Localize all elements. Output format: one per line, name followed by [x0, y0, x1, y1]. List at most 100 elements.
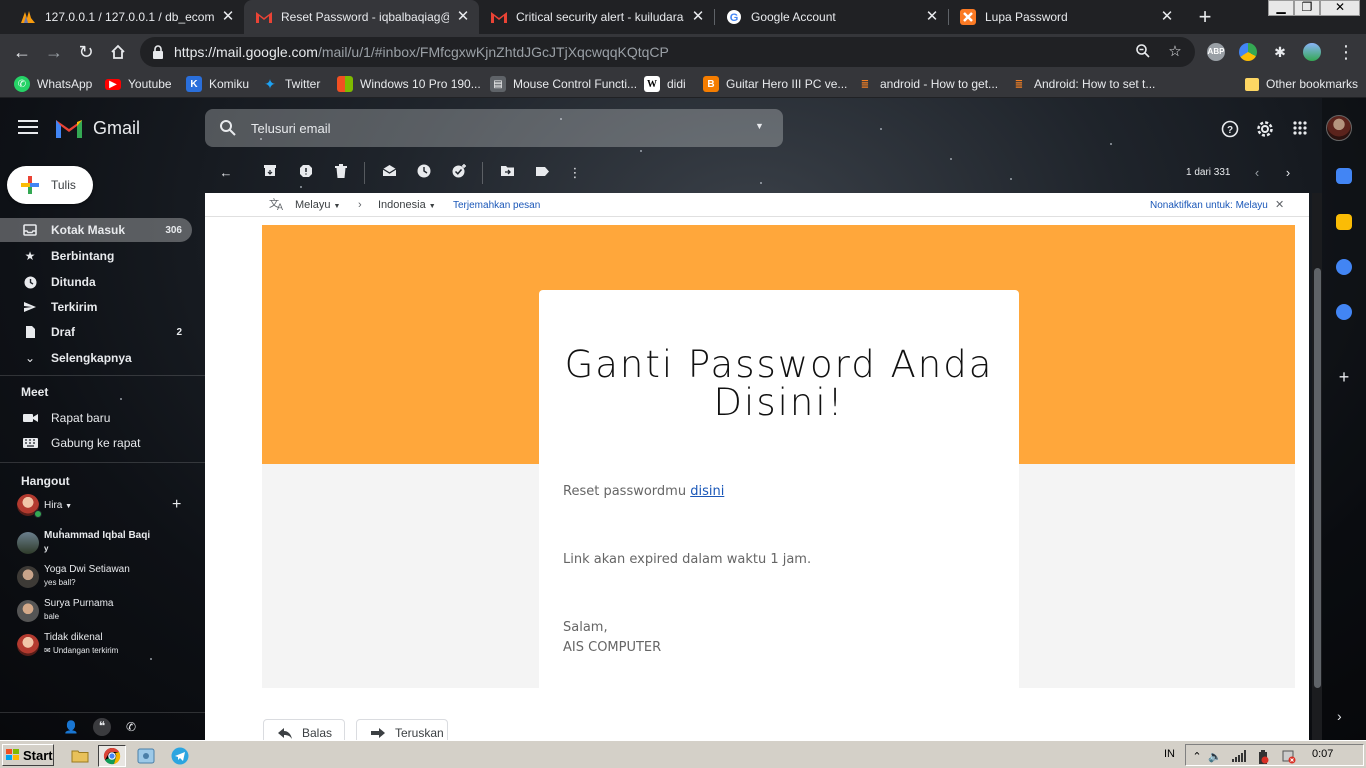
extension-icon[interactable]	[1239, 43, 1257, 61]
zoom-icon[interactable]	[1134, 43, 1152, 61]
close-icon[interactable]: ✕	[1275, 198, 1284, 211]
hangout-contact[interactable]: Surya Purnama bale	[17, 598, 197, 628]
home-button[interactable]	[104, 38, 132, 66]
more-options-icon[interactable]: ⋮	[566, 164, 584, 182]
hangouts-chat-icon[interactable]: ❝	[93, 718, 111, 736]
bookmark-youtube[interactable]: ▶ Youtube	[105, 75, 172, 93]
add-task-icon[interactable]	[450, 164, 468, 182]
minimize-button[interactable]: ▁	[1268, 0, 1294, 16]
move-to-icon[interactable]	[498, 164, 516, 182]
app-taskbar-icon[interactable]	[132, 745, 160, 767]
calendar-icon[interactable]	[1336, 168, 1352, 184]
nav-sent[interactable]: Terkirim	[0, 295, 192, 319]
address-bar[interactable]: https://mail.google.com/mail/u/1/#inbox/…	[140, 37, 1195, 67]
language-indicator[interactable]: IN	[1164, 748, 1175, 760]
explorer-folder-icon[interactable]	[66, 745, 94, 767]
nav-more[interactable]: ⌄ Selengkapnya	[0, 346, 192, 370]
telegram-icon[interactable]	[166, 745, 194, 767]
bookmark-android-set[interactable]: ≣ Android: How to set t...	[1011, 75, 1156, 93]
search-icon[interactable]	[219, 119, 237, 137]
new-chat-plus-icon[interactable]: +	[172, 496, 181, 514]
tab-phpmyadmin[interactable]: 127.0.0.1 / 127.0.0.1 / db_ecommerce ✕	[8, 0, 244, 34]
other-bookmarks[interactable]: Other bookmarks	[1245, 75, 1358, 93]
nav-inbox[interactable]: Kotak Masuk 306	[0, 218, 192, 242]
compose-button[interactable]: Tulis	[7, 166, 93, 204]
source-language-select[interactable]: Melayu ▼	[295, 199, 340, 211]
phone-icon[interactable]: ✆	[123, 719, 139, 735]
adblock-icon[interactable]: ABP	[1207, 43, 1225, 61]
help-icon[interactable]: ?	[1220, 120, 1240, 140]
bookmark-android-get[interactable]: ≣ android - How to get...	[857, 75, 998, 93]
delete-icon[interactable]	[332, 164, 350, 182]
person-icon[interactable]: 👤	[63, 719, 79, 735]
bookmark-whatsapp[interactable]: ✆ WhatsApp	[14, 75, 92, 93]
start-button[interactable]: Start	[2, 744, 54, 766]
close-icon[interactable]: ✕	[690, 9, 706, 25]
back-to-inbox-icon[interactable]: ←	[217, 164, 235, 182]
tab-security-alert[interactable]: Critical security alert - kuiludaraselal…	[479, 0, 714, 34]
close-icon[interactable]: ✕	[924, 9, 940, 25]
bookmark-windows[interactable]: Windows 10 Pro 190...	[337, 75, 481, 93]
tab-reset-password[interactable]: Reset Password - iqbalbaqiag@gmail.com ✕	[244, 0, 479, 34]
message-scrollbar[interactable]	[1312, 193, 1322, 740]
profile-icon[interactable]	[1303, 43, 1321, 61]
hangout-contact[interactable]: Tidak dikenal ✉ Undangan terkirim	[17, 632, 197, 662]
maximize-button[interactable]: ❐	[1294, 0, 1320, 16]
back-button[interactable]: ←	[8, 38, 36, 66]
translate-message-link[interactable]: Terjemahkan pesan	[453, 200, 540, 211]
contacts-icon[interactable]	[1336, 304, 1352, 320]
target-language-select[interactable]: Indonesia ▼	[378, 199, 436, 211]
forward-button[interactable]: →	[40, 38, 68, 66]
reload-button[interactable]: ↻	[72, 38, 100, 66]
security-alert-icon[interactable]	[1282, 750, 1296, 764]
bookmark-mouse-control[interactable]: ▤ Mouse Control Functi...	[490, 75, 637, 93]
hangout-contact[interactable]: Muhammad Iqbal Baqi y	[17, 530, 197, 560]
tab-lupa-password[interactable]: Lupa Password ✕	[948, 0, 1183, 34]
settings-gear-icon[interactable]	[1255, 120, 1275, 140]
meet-new[interactable]: Rapat baru	[0, 407, 192, 429]
battery-icon[interactable]	[1256, 750, 1270, 764]
get-addons-plus-icon[interactable]: +	[1335, 368, 1353, 386]
tab-google-account[interactable]: G Google Account ✕	[714, 0, 948, 34]
puzzle-icon[interactable]: ✱	[1271, 43, 1289, 61]
menu-dots-icon[interactable]: ⋮	[1332, 38, 1360, 66]
bookmark-komiku[interactable]: K Komiku	[186, 75, 249, 93]
apps-grid-icon[interactable]	[1290, 120, 1310, 140]
nav-drafts[interactable]: Draf 2	[0, 320, 192, 344]
nav-snoozed[interactable]: Ditunda	[0, 270, 192, 294]
close-icon[interactable]: ✕	[455, 9, 471, 25]
close-icon[interactable]: ✕	[1159, 9, 1175, 25]
nav-starred[interactable]: ★ Berbintang	[0, 244, 192, 268]
disable-translate-link[interactable]: Nonaktifkan untuk: Melayu	[1150, 200, 1268, 211]
forward-button[interactable]: Teruskan	[356, 719, 448, 740]
main-menu-button[interactable]	[18, 120, 38, 136]
reply-button[interactable]: Balas	[263, 719, 345, 740]
chrome-taskbar-icon[interactable]	[98, 745, 126, 767]
keep-icon[interactable]	[1336, 214, 1352, 230]
label-icon[interactable]	[533, 164, 551, 182]
close-window-button[interactable]: ✕	[1320, 0, 1360, 16]
tasks-icon[interactable]	[1336, 259, 1352, 275]
newer-chevron-left-icon[interactable]: ‹	[1249, 164, 1265, 182]
scrollbar-thumb[interactable]	[1314, 268, 1321, 688]
report-spam-icon[interactable]	[297, 164, 315, 182]
close-icon[interactable]: ✕	[220, 9, 236, 25]
hangout-contact[interactable]: Yoga Dwi Setiawan yes ball?	[17, 564, 197, 594]
show-hidden-icons-chevron-icon[interactable]: ⌃	[1190, 750, 1204, 764]
bookmark-twitter[interactable]: ✦ Twitter	[262, 75, 320, 93]
bookmark-star-icon[interactable]: ☆	[1166, 43, 1184, 61]
volume-icon[interactable]: 🔈	[1208, 750, 1222, 764]
archive-icon[interactable]	[261, 164, 279, 182]
reset-link[interactable]: disini	[690, 484, 724, 499]
search-options-icon[interactable]: ▼	[755, 121, 765, 131]
new-tab-button[interactable]: +	[1192, 4, 1218, 30]
bookmark-guitar-hero[interactable]: B Guitar Hero III PC ve...	[703, 75, 847, 93]
search-input[interactable]	[251, 118, 731, 138]
meet-join[interactable]: Gabung ke rapat	[0, 432, 192, 454]
snooze-clock-icon[interactable]	[415, 164, 433, 182]
hide-panel-chevron-icon[interactable]: ›	[1337, 708, 1342, 724]
network-signal-icon[interactable]	[1232, 750, 1246, 764]
bookmark-didi[interactable]: Wdidi	[644, 75, 686, 93]
hangout-me-name[interactable]: Hira ▼	[44, 500, 72, 511]
mark-unread-icon[interactable]	[380, 164, 398, 182]
